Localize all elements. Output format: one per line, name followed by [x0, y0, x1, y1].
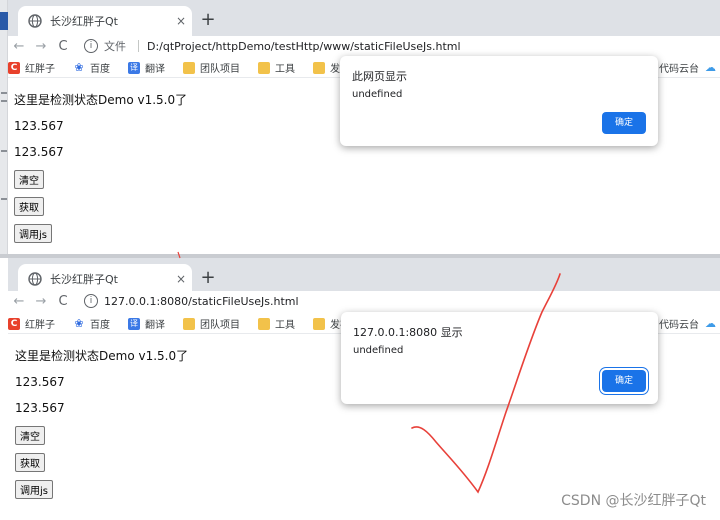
browser-tab[interactable]: 长沙红胖子Qt ×	[18, 6, 192, 36]
get-button[interactable]: 获取	[15, 453, 45, 472]
bookmarks-right: 代码云台 ☁	[659, 60, 716, 75]
value-line-2: 123.567	[15, 401, 65, 415]
folder-icon	[313, 317, 325, 330]
bookmark-label: 翻译	[145, 64, 165, 75]
browser-window-localhost: 长沙红胖子Qt × + ← → C i 127.0.0.1:8080/stati…	[0, 258, 720, 520]
address-bar[interactable]: i 文件 D:/qtProject/httpDemo/testHttp/www/…	[84, 36, 720, 56]
url-text: D:/qtProject/httpDemo/testHttp/www/stati…	[147, 39, 461, 53]
bookmark-hongpangzi[interactable]: C 红胖子	[8, 316, 55, 331]
page-heading: 这里是检测状态Demo v1.5.0了	[15, 349, 189, 363]
bookmark-label: 代码云台	[659, 64, 699, 75]
bookmark-folder-team[interactable]: 团队项目	[183, 60, 240, 75]
translate-icon: 译	[128, 61, 140, 74]
background-window-accent	[0, 12, 8, 30]
address-bar[interactable]: i 127.0.0.1:8080/staticFileUseJs.html	[84, 291, 720, 311]
bookmark-label: 团队项目	[200, 64, 240, 75]
folder-icon	[313, 61, 325, 74]
page-content: 这里是检测状态Demo v1.5.0了 123.567 123.567 清空 获…	[15, 348, 188, 507]
new-tab-icon[interactable]: +	[196, 10, 220, 32]
bookmark-code-cloud[interactable]: 代码云台	[659, 60, 699, 75]
bookmark-code-cloud[interactable]: 代码云台	[659, 316, 699, 331]
bookmark-folder-tools[interactable]: 工具	[258, 60, 295, 75]
reload-icon[interactable]: C	[52, 39, 74, 54]
dialog-message: undefined	[352, 89, 403, 100]
bookmark-label: 红胖子	[25, 64, 55, 75]
ok-button[interactable]: 确定	[602, 112, 646, 134]
browser-window-file: 长沙红胖子Qt × + ← → C i 文件 D:/qtProject/http…	[0, 0, 720, 254]
folder-icon	[258, 61, 270, 74]
bookmark-label: 代码云台	[659, 320, 699, 331]
bookmark-translate[interactable]: 译 翻译	[128, 316, 165, 331]
c-logo-icon: C	[8, 317, 20, 330]
get-button[interactable]: 获取	[14, 197, 44, 216]
alert-dialog: 此网页显示 undefined 确定	[340, 56, 658, 146]
ok-button[interactable]: 确定	[602, 370, 646, 392]
globe-icon	[28, 272, 42, 286]
close-icon[interactable]: ×	[170, 14, 192, 28]
back-icon[interactable]: ←	[8, 39, 30, 54]
dialog-title: 此网页显示	[352, 70, 407, 83]
bookmark-label: 百度	[90, 64, 110, 75]
bookmark-label: 工具	[275, 320, 295, 331]
info-icon[interactable]: i	[84, 294, 98, 308]
reload-icon[interactable]: C	[52, 294, 74, 309]
globe-icon	[28, 14, 42, 28]
browser-tab[interactable]: 长沙红胖子Qt ×	[18, 264, 192, 294]
bookmark-baidu[interactable]: ❀ 百度	[73, 316, 110, 331]
close-icon[interactable]: ×	[170, 272, 192, 286]
url-scheme-label: 文件	[104, 40, 126, 53]
page-heading: 这里是检测状态Demo v1.5.0了	[14, 93, 188, 107]
bookmark-label: 红胖子	[25, 320, 55, 331]
clear-button[interactable]: 清空	[15, 426, 45, 445]
url-separator	[138, 40, 139, 52]
value-line-1: 123.567	[15, 375, 65, 389]
bookmark-folder-tools[interactable]: 工具	[258, 316, 295, 331]
info-icon[interactable]: i	[84, 39, 98, 53]
call-js-button[interactable]: 调用js	[14, 224, 52, 243]
csdn-watermark: CSDN @长沙红胖子Qt	[561, 493, 706, 509]
baidu-paw-icon: ❀	[74, 60, 84, 74]
bookmark-label: 团队项目	[200, 320, 240, 331]
clear-button[interactable]: 清空	[14, 170, 44, 189]
bookmark-folder-team[interactable]: 团队项目	[183, 316, 240, 331]
bookmark-label: 工具	[275, 64, 295, 75]
dialog-title: 127.0.0.1:8080 显示	[353, 326, 463, 339]
dialog-message: undefined	[353, 345, 404, 356]
forward-icon[interactable]: →	[30, 39, 52, 54]
bookmark-baidu[interactable]: ❀ 百度	[73, 60, 110, 75]
url-text: 127.0.0.1:8080/staticFileUseJs.html	[104, 294, 299, 308]
tab-title: 长沙红胖子Qt	[50, 273, 118, 286]
bookmark-translate[interactable]: 译 翻译	[128, 60, 165, 75]
forward-icon[interactable]: →	[30, 294, 52, 309]
background-window-edge	[0, 0, 8, 254]
alert-dialog: 127.0.0.1:8080 显示 undefined 确定	[341, 312, 658, 404]
translate-icon: 译	[128, 317, 140, 330]
folder-icon	[258, 317, 270, 330]
cloud-icon[interactable]: ☁	[705, 61, 716, 74]
new-tab-icon[interactable]: +	[196, 268, 220, 290]
bookmark-hongpangzi[interactable]: C 红胖子	[8, 60, 55, 75]
tab-strip: 长沙红胖子Qt × +	[8, 0, 720, 36]
bookmark-label: 翻译	[145, 320, 165, 331]
page-content: 这里是检测状态Demo v1.5.0了 123.567 123.567 清空 获…	[14, 92, 187, 251]
bookmark-label: 百度	[90, 320, 110, 331]
c-logo-icon: C	[8, 61, 20, 74]
cloud-icon[interactable]: ☁	[705, 317, 716, 330]
folder-icon	[183, 61, 195, 74]
toolbar: ← → C i 文件 D:/qtProject/httpDemo/testHtt…	[8, 36, 720, 56]
call-js-button[interactable]: 调用js	[15, 480, 53, 499]
baidu-paw-icon: ❀	[74, 316, 84, 330]
tab-title: 长沙红胖子Qt	[50, 15, 118, 28]
bookmarks-right: 代码云台 ☁	[659, 316, 716, 331]
tab-strip: 长沙红胖子Qt × +	[8, 258, 720, 294]
back-icon[interactable]: ←	[8, 294, 30, 309]
value-line-2: 123.567	[14, 145, 64, 159]
toolbar: ← → C i 127.0.0.1:8080/staticFileUseJs.h…	[8, 291, 720, 311]
value-line-1: 123.567	[14, 119, 64, 133]
folder-icon	[183, 317, 195, 330]
